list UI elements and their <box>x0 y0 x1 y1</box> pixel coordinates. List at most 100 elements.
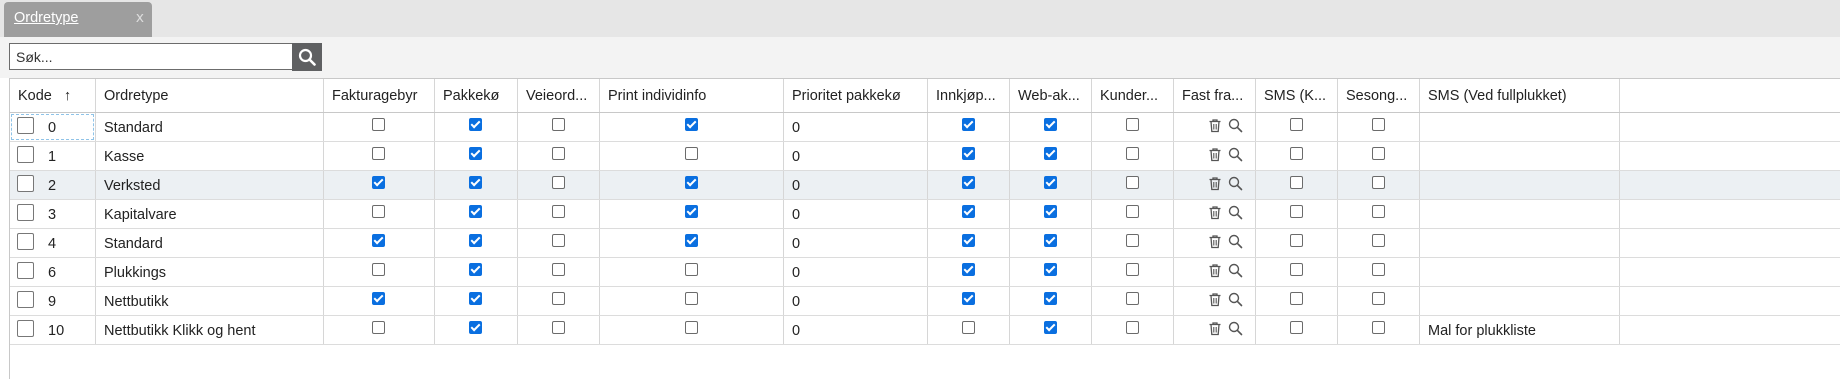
pakkeko-checkbox[interactable] <box>469 263 482 276</box>
sesong-checkbox[interactable] <box>1371 176 1385 189</box>
table-row[interactable]: 10 Nettbutikk Klikk og hent 0 Mal for plukk… <box>10 316 1840 345</box>
print-checkbox[interactable] <box>684 263 698 276</box>
smsk-checkbox[interactable] <box>1289 263 1303 276</box>
pakkeko-checkbox[interactable] <box>469 234 482 247</box>
fakturagebyr-checkbox[interactable] <box>372 118 385 131</box>
innkjop-checkbox[interactable] <box>961 118 975 131</box>
sort-ascending-icon[interactable]: ↑ <box>60 88 71 104</box>
column-header-pakkeko[interactable]: Pakkekø <box>435 79 518 112</box>
webak-checkbox[interactable] <box>1043 147 1057 160</box>
tab-close-icon[interactable]: x <box>136 10 144 26</box>
column-header-prioritet[interactable]: Prioritet pakkekø <box>784 79 928 112</box>
trash-icon[interactable] <box>1208 176 1222 195</box>
table-row[interactable]: 2 Verksted 0 <box>10 171 1840 200</box>
innkjop-checkbox[interactable] <box>961 321 975 334</box>
innkjop-checkbox[interactable] <box>961 176 975 189</box>
veieord-checkbox[interactable] <box>551 147 565 160</box>
column-header-webak[interactable]: Web-ak... <box>1010 79 1092 112</box>
smsk-checkbox[interactable] <box>1289 292 1303 305</box>
table-row[interactable]: 4 Standard 0 <box>10 229 1840 258</box>
trash-icon[interactable] <box>1208 118 1222 137</box>
table-row[interactable]: 1 Kasse 0 <box>10 142 1840 171</box>
fakturagebyr-checkbox[interactable] <box>372 234 385 247</box>
column-header-kunder[interactable]: Kunder... <box>1092 79 1174 112</box>
webak-checkbox[interactable] <box>1043 205 1057 218</box>
smsk-checkbox[interactable] <box>1289 205 1303 218</box>
webak-checkbox[interactable] <box>1043 176 1057 189</box>
column-header-sesong[interactable]: Sesong... <box>1338 79 1420 112</box>
magnifier-icon[interactable] <box>1228 118 1243 137</box>
tab-label[interactable]: Ordretype <box>14 10 78 26</box>
sesong-checkbox[interactable] <box>1371 234 1385 247</box>
magnifier-icon[interactable] <box>1228 234 1243 253</box>
fakturagebyr-checkbox[interactable] <box>372 147 385 160</box>
sesong-checkbox[interactable] <box>1371 118 1385 131</box>
veieord-checkbox[interactable] <box>551 176 565 189</box>
column-header-print[interactable]: Print individinfo <box>600 79 784 112</box>
row-select-checkbox[interactable] <box>17 291 34 308</box>
magnifier-icon[interactable] <box>1228 176 1243 195</box>
column-header-smsfull[interactable]: SMS (Ved fullplukket) <box>1420 79 1620 112</box>
row-select-checkbox[interactable] <box>17 146 34 163</box>
kunder-checkbox[interactable] <box>1125 263 1139 276</box>
print-checkbox[interactable] <box>684 205 698 218</box>
column-header-ordretype[interactable]: Ordretype <box>96 79 324 112</box>
kunder-checkbox[interactable] <box>1125 147 1139 160</box>
table-row[interactable]: 3 Kapitalvare 0 <box>10 200 1840 229</box>
kunder-checkbox[interactable] <box>1125 321 1139 334</box>
trash-icon[interactable] <box>1208 234 1222 253</box>
webak-checkbox[interactable] <box>1043 118 1057 131</box>
row-select-checkbox[interactable] <box>17 175 34 192</box>
sesong-checkbox[interactable] <box>1371 147 1385 160</box>
veieord-checkbox[interactable] <box>551 321 565 334</box>
trash-icon[interactable] <box>1208 263 1222 282</box>
print-checkbox[interactable] <box>684 176 698 189</box>
print-checkbox[interactable] <box>684 321 698 334</box>
webak-checkbox[interactable] <box>1043 321 1057 334</box>
magnifier-icon[interactable] <box>1228 292 1243 311</box>
pakkeko-checkbox[interactable] <box>469 176 482 189</box>
column-header-smsk[interactable]: SMS (K... <box>1256 79 1338 112</box>
fakturagebyr-checkbox[interactable] <box>372 263 385 276</box>
trash-icon[interactable] <box>1208 292 1222 311</box>
trash-icon[interactable] <box>1208 321 1222 340</box>
fakturagebyr-checkbox[interactable] <box>372 205 385 218</box>
pakkeko-checkbox[interactable] <box>469 321 482 334</box>
sesong-checkbox[interactable] <box>1371 321 1385 334</box>
kunder-checkbox[interactable] <box>1125 176 1139 189</box>
sesong-checkbox[interactable] <box>1371 205 1385 218</box>
column-header-innkjop[interactable]: Innkjøp... <box>928 79 1010 112</box>
magnifier-icon[interactable] <box>1228 321 1243 340</box>
kunder-checkbox[interactable] <box>1125 118 1139 131</box>
veieord-checkbox[interactable] <box>551 292 565 305</box>
pakkeko-checkbox[interactable] <box>469 205 482 218</box>
smsk-checkbox[interactable] <box>1289 234 1303 247</box>
pakkeko-checkbox[interactable] <box>469 147 482 160</box>
row-select-checkbox[interactable] <box>17 117 34 134</box>
pakkeko-checkbox[interactable] <box>469 118 482 131</box>
search-input[interactable] <box>9 43 293 70</box>
veieord-checkbox[interactable] <box>551 205 565 218</box>
kunder-checkbox[interactable] <box>1125 292 1139 305</box>
print-checkbox[interactable] <box>684 292 698 305</box>
row-select-checkbox[interactable] <box>17 320 34 337</box>
fakturagebyr-checkbox[interactable] <box>372 292 385 305</box>
veieord-checkbox[interactable] <box>551 234 565 247</box>
tab-ordretype[interactable]: Ordretype x <box>4 2 152 37</box>
sesong-checkbox[interactable] <box>1371 292 1385 305</box>
kunder-checkbox[interactable] <box>1125 234 1139 247</box>
innkjop-checkbox[interactable] <box>961 292 975 305</box>
kunder-checkbox[interactable] <box>1125 205 1139 218</box>
print-checkbox[interactable] <box>684 234 698 247</box>
webak-checkbox[interactable] <box>1043 263 1057 276</box>
sesong-checkbox[interactable] <box>1371 263 1385 276</box>
smsk-checkbox[interactable] <box>1289 147 1303 160</box>
trash-icon[interactable] <box>1208 205 1222 224</box>
magnifier-icon[interactable] <box>1228 263 1243 282</box>
print-checkbox[interactable] <box>684 118 698 131</box>
innkjop-checkbox[interactable] <box>961 205 975 218</box>
column-header-kode[interactable]: Kode ↑ <box>10 79 96 112</box>
print-checkbox[interactable] <box>684 147 698 160</box>
webak-checkbox[interactable] <box>1043 234 1057 247</box>
magnifier-icon[interactable] <box>1228 205 1243 224</box>
